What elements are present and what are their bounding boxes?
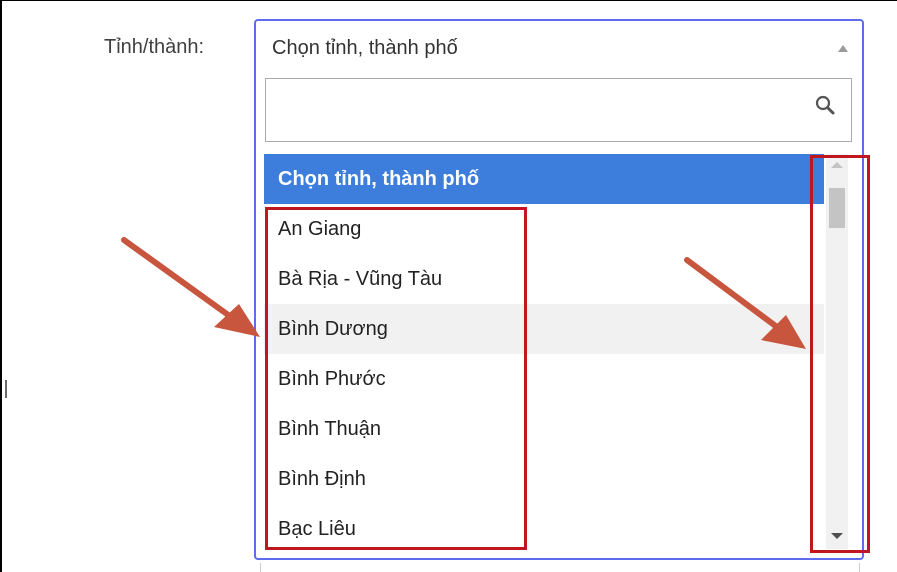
arrow-icon xyxy=(684,257,806,349)
annotation-arrows xyxy=(121,237,806,349)
arrow-icon xyxy=(121,237,260,337)
